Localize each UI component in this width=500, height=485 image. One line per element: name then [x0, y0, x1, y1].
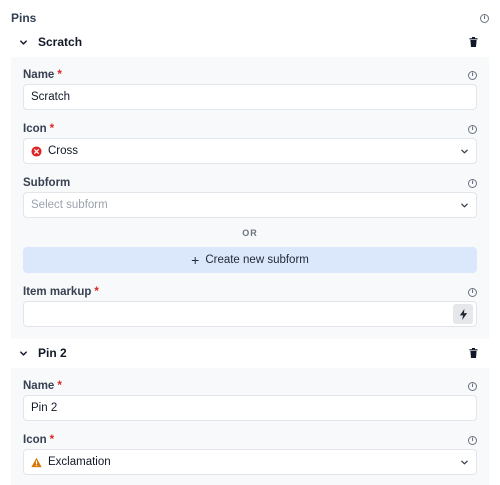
pin-title: Scratch — [38, 35, 83, 49]
name-input[interactable]: Pin 2 — [23, 395, 477, 421]
item-markup-input[interactable] — [23, 301, 477, 327]
lightning-bolt-icon[interactable] — [453, 304, 473, 324]
name-field-label: Name * i — [23, 379, 477, 393]
chevron-down-icon — [459, 457, 469, 467]
name-input[interactable]: Scratch — [23, 84, 477, 110]
icon-select[interactable]: Exclamation — [23, 449, 477, 475]
cross-circle-icon — [31, 145, 42, 157]
chevron-down-icon[interactable] — [17, 36, 29, 48]
section-title: Pins — [11, 11, 37, 25]
info-icon[interactable]: i — [468, 178, 477, 188]
pin-body-pin-2: Name * i Pin 2 Icon * i Exclamation — [11, 368, 489, 485]
info-icon[interactable]: i — [468, 381, 477, 391]
plus-icon: + — [191, 252, 200, 268]
create-subform-button[interactable]: + Create new subform — [23, 247, 477, 273]
pin-header-pin-2[interactable]: Pin 2 — [11, 338, 489, 368]
info-icon[interactable]: i — [468, 124, 477, 134]
subform-field-label: Subform i — [23, 176, 477, 190]
warning-triangle-icon — [31, 457, 42, 468]
trash-icon[interactable] — [467, 347, 479, 359]
pins-section-header: Pins i — [11, 10, 489, 26]
chevron-down-icon — [459, 146, 469, 156]
or-divider: OR — [242, 228, 258, 238]
chevron-down-icon[interactable] — [17, 347, 29, 359]
pin-header-scratch[interactable]: Scratch — [11, 27, 489, 57]
icon-field-label: Icon * i — [23, 122, 477, 136]
name-field-label: Name * i — [23, 68, 477, 82]
subform-select[interactable]: Select subform — [23, 192, 477, 218]
info-icon[interactable]: i — [468, 70, 477, 80]
info-icon[interactable]: i — [468, 287, 477, 297]
chevron-down-icon — [459, 200, 469, 210]
trash-icon[interactable] — [467, 36, 479, 48]
info-icon[interactable]: i — [468, 435, 477, 445]
icon-field-label: Icon * i — [23, 433, 477, 447]
item-markup-field-label: Item markup * i — [23, 285, 477, 299]
pin-body-scratch: Name * i Scratch Icon * i Cross Subform i … — [11, 57, 489, 339]
pin-title: Pin 2 — [38, 346, 67, 360]
icon-select[interactable]: Cross — [23, 138, 477, 164]
info-icon[interactable]: i — [480, 13, 489, 23]
